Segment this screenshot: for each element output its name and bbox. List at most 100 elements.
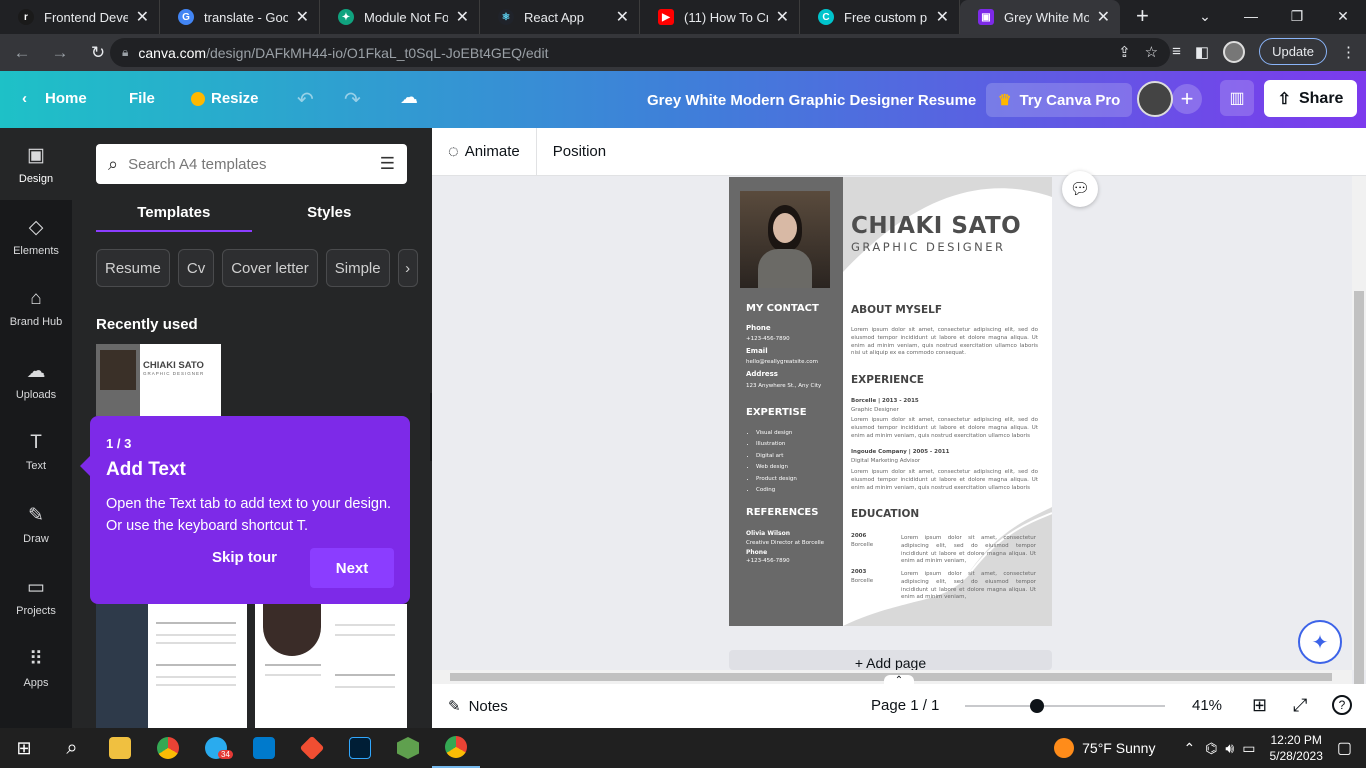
photoshop-icon[interactable] <box>336 728 384 768</box>
network-icon[interactable]: ⌬ <box>1205 740 1217 757</box>
close-tab-icon[interactable]: ✕ <box>776 7 789 27</box>
resume-page[interactable]: MY CONTACT Phone +123-456-7890 Email hel… <box>729 177 1052 626</box>
home-button[interactable]: ‹ Home <box>22 90 87 107</box>
close-tab-icon[interactable]: ✕ <box>296 7 309 27</box>
close-tab-icon[interactable]: ✕ <box>936 7 949 27</box>
chip-cv[interactable]: Cv <box>177 249 215 287</box>
volume-icon[interactable]: 🔊︎ <box>1225 740 1234 757</box>
side-panel-icon[interactable]: ◧ <box>1195 43 1209 61</box>
fullscreen-icon[interactable]: ⤢ <box>1293 695 1307 716</box>
telegram-icon[interactable]: 34 <box>192 728 240 768</box>
close-window-icon[interactable]: ✕ <box>1320 0 1366 32</box>
rail-item-text[interactable]: T Text <box>0 416 72 488</box>
browser-tab[interactable]: ⚛ React App ✕ <box>480 0 640 34</box>
animate-button[interactable]: ◌ Animate <box>432 127 537 176</box>
close-tab-icon[interactable]: ✕ <box>456 7 469 27</box>
skip-tour-button[interactable]: Skip tour <box>212 549 277 566</box>
browser-tab[interactable]: r Frontend Develop ✕ <box>0 0 160 34</box>
back-icon[interactable]: ← <box>6 43 38 63</box>
menu-dots-icon[interactable]: ⋮ <box>1341 43 1356 61</box>
insights-chart-icon[interactable]: ▥ <box>1220 80 1254 116</box>
share-page-icon[interactable]: ⇪ <box>1118 43 1131 61</box>
battery-icon[interactable]: ▭ <box>1242 740 1255 757</box>
close-tab-icon[interactable]: ✕ <box>616 7 629 27</box>
magic-sparkle-icon[interactable]: ✦ <box>1298 620 1342 664</box>
zoom-slider-knob[interactable] <box>1030 699 1044 713</box>
rail-item-projects[interactable]: ▭ Projects <box>0 560 72 632</box>
next-button[interactable]: Next <box>310 548 394 588</box>
file-explorer-icon[interactable] <box>96 728 144 768</box>
template-thumbnail[interactable] <box>255 604 407 728</box>
browser-tab[interactable]: ▶ (11) How To Crea ✕ <box>640 0 800 34</box>
notification-center-icon[interactable]: ▢ <box>1337 738 1352 758</box>
profile-avatar[interactable] <box>1223 40 1246 63</box>
forward-icon[interactable]: → <box>44 43 76 63</box>
user-avatar[interactable] <box>1137 81 1173 117</box>
resume-role[interactable]: GRAPHIC DESIGNER <box>851 240 1006 254</box>
restore-icon[interactable]: ❐ <box>1274 0 1320 32</box>
tab-templates[interactable]: Templates <box>96 196 252 232</box>
browser-tab[interactable]: Gtranslate - Googl ✕ <box>160 0 320 34</box>
rail-item-apps[interactable]: ⠿ Apps <box>0 632 72 704</box>
clock[interactable]: 12:20 PM 5/28/2023 <box>1269 732 1322 764</box>
new-tab-icon[interactable]: + <box>1136 0 1149 34</box>
grid-view-icon[interactable]: ⊞ <box>1252 695 1267 716</box>
rail-item-design[interactable]: ▣ Design <box>0 128 72 200</box>
chip-resume[interactable]: Resume <box>96 249 170 287</box>
vscode-icon[interactable] <box>240 728 288 768</box>
chrome-icon[interactable] <box>432 728 480 768</box>
zoom-slider[interactable] <box>965 699 1165 713</box>
filter-sliders-icon[interactable]: ☰ <box>380 154 395 174</box>
browser-tab[interactable]: C Free custom prin ✕ <box>800 0 960 34</box>
tray-chevron-icon[interactable]: ⌃ <box>1183 740 1195 757</box>
template-thumbnail[interactable] <box>96 604 247 728</box>
position-button[interactable]: Position <box>537 143 622 160</box>
close-tab-icon[interactable]: ✕ <box>1097 7 1110 27</box>
share-button[interactable]: ⇧ Share <box>1264 80 1357 117</box>
browser-tab[interactable]: ✦ Module Not Foun ✕ <box>320 0 480 34</box>
cloud-saved-icon[interactable]: ☁ <box>400 87 418 108</box>
invite-plus-icon[interactable]: + <box>1172 84 1202 114</box>
rail-item-elements[interactable]: ◇ Elements <box>0 200 72 272</box>
chrome-icon[interactable] <box>144 728 192 768</box>
document-title[interactable]: Grey White Modern Graphic Designer Resum… <box>647 92 976 109</box>
reading-list-icon[interactable]: ≡ <box>1172 43 1181 60</box>
git-icon[interactable] <box>288 728 336 768</box>
chips-next-chevron-icon[interactable]: › <box>397 249 418 287</box>
add-page-button[interactable]: + Add page <box>729 650 1052 670</box>
profile-photo[interactable] <box>740 191 830 288</box>
redo-icon[interactable]: ↷ <box>344 87 361 112</box>
help-icon[interactable]: ? <box>1332 695 1352 715</box>
add-comment-icon[interactable]: 💬︎ <box>1062 171 1098 207</box>
try-canva-pro-button[interactable]: ♛ Try Canva Pro <box>986 83 1133 117</box>
url-field[interactable]: 🔒︎ canva.com/design/DAFkMH44-io/O1FkaL_t… <box>110 38 1170 67</box>
search-icon[interactable]: ⌕ <box>48 728 96 768</box>
resize-button[interactable]: Resize <box>191 90 259 107</box>
browser-tab-active[interactable]: ▣ Grey White Mode ✕ <box>960 0 1120 34</box>
update-button[interactable]: Update <box>1259 38 1327 65</box>
nodejs-icon[interactable] <box>384 728 432 768</box>
undo-icon[interactable]: ↶ <box>297 87 314 112</box>
tab-styles[interactable]: Styles <box>252 196 408 232</box>
file-menu-button[interactable]: File <box>129 90 155 107</box>
start-windows-icon[interactable]: ⊞ <box>0 728 48 768</box>
page-indicator[interactable]: Page 1 / 1 <box>871 697 939 714</box>
tab-search-icon[interactable]: ⌄ <box>1182 0 1228 32</box>
collapse-footer-chevron-icon[interactable]: ⌃ <box>884 675 914 687</box>
zoom-percentage[interactable]: 41% <box>1192 697 1222 714</box>
scrollbar-thumb[interactable] <box>1354 291 1364 711</box>
recent-design-thumbnail[interactable]: CHIAKI SATO GRAPHIC DESIGNER <box>96 344 221 416</box>
template-search-input[interactable]: ⌕ Search A4 templates ☰ <box>96 144 407 184</box>
rail-item-uploads[interactable]: ☁ Uploads <box>0 344 72 416</box>
rail-item-draw[interactable]: ✎ Draw <box>0 488 72 560</box>
weather-text[interactable]: 75°F Sunny <box>1082 740 1155 756</box>
resume-name[interactable]: CHIAKI SATO <box>851 213 1021 239</box>
chip-cover-letter[interactable]: Cover letter <box>222 249 318 287</box>
close-tab-icon[interactable]: ✕ <box>136 7 149 27</box>
vertical-scrollbar[interactable] <box>1352 176 1366 711</box>
minimize-icon[interactable]: — <box>1228 0 1274 32</box>
rail-item-brand-hub[interactable]: ⌂ Brand Hub <box>0 272 72 344</box>
chip-simple[interactable]: Simple <box>325 249 390 287</box>
bookmark-star-icon[interactable]: ☆ <box>1145 43 1158 61</box>
notes-button[interactable]: ✎ Notes <box>448 697 508 716</box>
